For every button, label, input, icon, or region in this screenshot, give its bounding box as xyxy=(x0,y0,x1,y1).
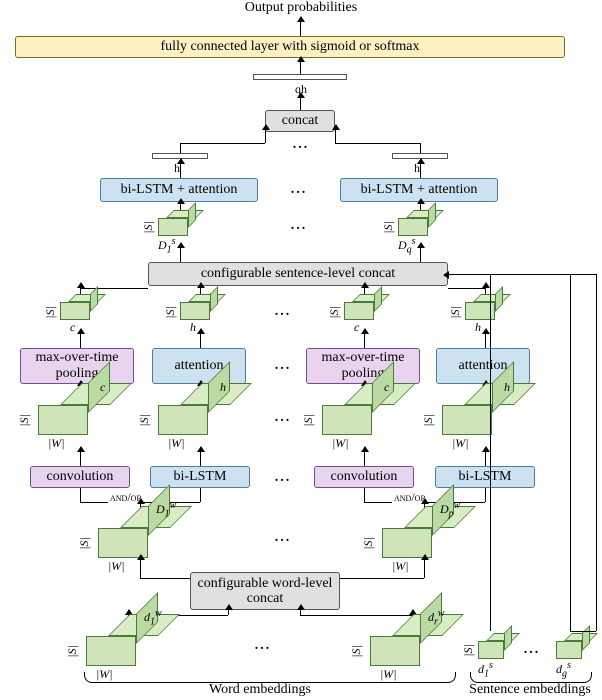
dim-s: |S| xyxy=(421,414,436,427)
line-seg xyxy=(180,143,181,153)
line-seg xyxy=(570,631,596,632)
word-embeddings-label: Word embeddings xyxy=(150,682,370,698)
dim-s: |S| xyxy=(17,414,32,427)
dim-s: |S| xyxy=(361,537,376,550)
bilstm-box-right: bi-LSTM xyxy=(435,466,535,488)
dim-c: c xyxy=(384,380,389,395)
arrow-up xyxy=(364,452,365,466)
sup: s xyxy=(172,236,176,247)
dim-s: |S| xyxy=(77,537,92,550)
arrow-sent-embed-in xyxy=(449,274,450,275)
dim-s: |S| xyxy=(137,414,152,427)
line-seg xyxy=(485,488,486,502)
maxpool-box-left: max-over-time pooling xyxy=(20,348,134,384)
arrow-sentconcat-r xyxy=(420,248,421,262)
arrow-right-concat xyxy=(335,130,336,143)
brace-word xyxy=(84,672,456,683)
dim-s: |S| xyxy=(163,306,178,319)
line-seg xyxy=(80,488,81,502)
output-prob-label: Output probabilities xyxy=(0,0,602,16)
ellipsis: ... xyxy=(283,137,319,153)
word-concat-box: configurable word-level concat xyxy=(190,572,340,610)
dim-c: c xyxy=(354,320,359,335)
sup: s xyxy=(489,660,493,671)
arrow-sentconcat-l xyxy=(180,248,181,262)
sentence-embeddings-label: Sentence embeddings xyxy=(460,682,600,698)
ellipsis: ... xyxy=(228,638,298,654)
line-seg xyxy=(424,560,425,578)
dim-h: h xyxy=(220,380,226,395)
attention-box-left: attention xyxy=(152,348,246,384)
dim-c: c xyxy=(100,380,105,395)
dim-w: |W| xyxy=(48,436,65,451)
ellipsis: ... xyxy=(254,358,312,374)
dim-s: |S| xyxy=(65,645,80,658)
sup: s xyxy=(567,660,571,671)
ellipsis: ... xyxy=(254,530,312,546)
arrow-up xyxy=(485,452,486,466)
dim-s: |S| xyxy=(327,306,342,319)
maxpool-box-right: max-over-time pooling xyxy=(306,348,420,384)
dim-s: |S| xyxy=(141,221,156,234)
line-seg xyxy=(300,615,412,616)
line-seg xyxy=(364,488,365,502)
qh-flat xyxy=(253,74,347,80)
arrow-bilstm-h-r xyxy=(420,164,421,178)
convolution-box-left: convolution xyxy=(30,466,130,488)
arrow-bilstm-h-l xyxy=(180,164,181,178)
dim-w: |W| xyxy=(332,436,349,451)
line-sent-embed-right xyxy=(448,274,596,275)
arrow-concat-flat xyxy=(300,98,301,110)
dim-w: |W| xyxy=(392,559,409,574)
arrow-fc-out xyxy=(300,22,301,36)
dim-h: h xyxy=(475,320,481,335)
line-seg xyxy=(140,560,141,578)
ellipsis: ... xyxy=(516,642,548,658)
arrow-up xyxy=(80,334,81,348)
line-seg xyxy=(420,143,421,153)
concat-box: concat xyxy=(265,110,335,132)
arrow-up xyxy=(200,334,201,348)
line-seg xyxy=(570,274,571,631)
arrow-up xyxy=(80,452,81,466)
dim-s: |S| xyxy=(301,414,316,427)
dim-h: h xyxy=(504,380,510,395)
dim-s: |S| xyxy=(461,644,476,657)
arrow-up xyxy=(228,610,229,615)
dim-w: |W| xyxy=(108,559,125,574)
line-seg xyxy=(490,274,491,631)
arrow-up xyxy=(485,334,486,348)
ellipsis: ... xyxy=(275,182,323,198)
arrow-flat-fc xyxy=(300,62,301,74)
sentence-concat-box: configurable sentence-level concat xyxy=(148,262,448,286)
ellipsis: ... xyxy=(254,304,312,320)
dim-w: |W| xyxy=(452,436,469,451)
dim-s: |S| xyxy=(43,306,58,319)
bilstm-box-left: bi-LSTM xyxy=(150,466,250,488)
line-seg xyxy=(339,578,424,579)
ellipsis: ... xyxy=(270,218,328,234)
arrow-up xyxy=(364,334,365,348)
dim-w: |W| xyxy=(168,436,185,451)
attention-box-right: attention xyxy=(436,348,530,384)
dim-s: |S| xyxy=(381,221,396,234)
ellipsis: ... xyxy=(254,470,312,486)
dim-s: |S| xyxy=(448,306,463,319)
line-seg xyxy=(80,288,148,289)
fc-layer-box: fully connected layer with sigmoid or so… xyxy=(15,36,565,58)
line-seg xyxy=(596,274,597,631)
dim-c: c xyxy=(70,320,75,335)
line-seg xyxy=(335,143,420,144)
line-seg xyxy=(180,143,265,144)
arrow-left-concat xyxy=(265,130,266,143)
line-seg xyxy=(200,488,201,502)
dim-h: h xyxy=(190,320,196,335)
arrow-up xyxy=(200,452,201,466)
dim-s: |S| xyxy=(349,645,364,658)
arrow-up xyxy=(300,610,301,615)
line-seg xyxy=(448,288,485,289)
convolution-box-right: convolution xyxy=(314,466,414,488)
brace-sent xyxy=(470,672,592,683)
sup: s xyxy=(412,236,416,247)
